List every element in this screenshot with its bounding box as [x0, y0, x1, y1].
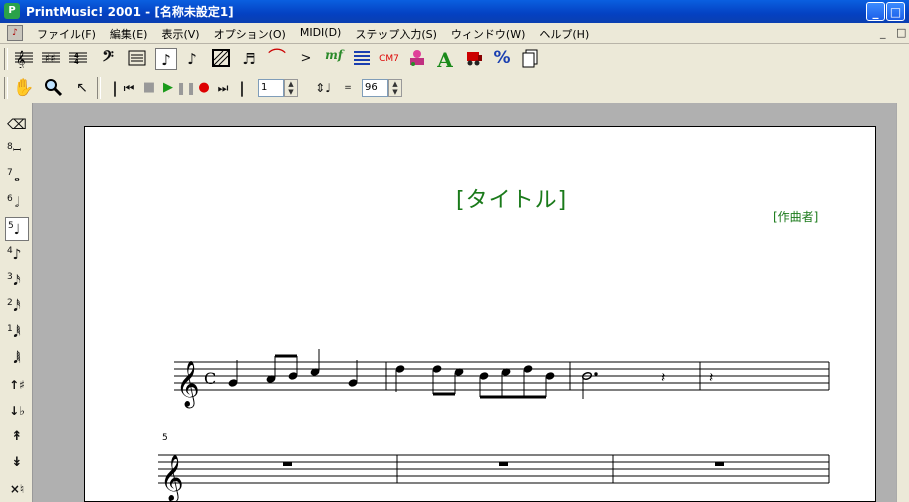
tuplet-tool-icon[interactable]: ♪ [181, 48, 203, 70]
move-down-icon[interactable]: ↡ [5, 451, 29, 475]
palette-2-thirtysecond-note[interactable]: 2 𝅘𝅥𝅰 [5, 295, 29, 319]
tempo-equals-label: = [344, 83, 352, 93]
measure-spinner[interactable]: ▲ ▼ [284, 79, 298, 97]
articulation-tool-icon[interactable]: > [295, 48, 317, 70]
menu-item-6[interactable]: ウィンドウ(W) [444, 26, 532, 42]
toolbar2-separator [97, 77, 101, 99]
natural-toggle-icon[interactable]: ×♮ [5, 477, 29, 501]
palette-number-8: 8 [7, 142, 13, 152]
palette-number-7: 7 [7, 168, 13, 178]
palette-7-whole-note[interactable]: 7 𝅝 [5, 165, 29, 189]
end-bar-icon: | [239, 79, 245, 97]
score-title[interactable]: [タイトル] [456, 182, 567, 214]
palette-4-eighth-note[interactable]: 4 ♪ [5, 243, 29, 267]
menu-item-0[interactable]: ファイル(F) [30, 26, 103, 42]
menu-item-4[interactable]: MIDI(D) [293, 26, 349, 42]
document-icon[interactable]: ♪ [7, 25, 23, 41]
title-bar: P PrintMusic! 2001 - [名称未設定1] _ □ [0, 0, 909, 23]
palette-6-half-note[interactable]: 6 𝅗𝅥 [5, 191, 29, 215]
menu-list: ファイル(F) 編集(E) 表示(V) オプション(O) MIDI(D) ステップ入力(S… [30, 26, 596, 42]
bass-clef-tool-icon[interactable]: 𝄢 [97, 48, 119, 70]
simple-entry-palette: ⌫ 8 𝄩 7 𝅝 6 𝅗𝅥 5 ♩ 4 ♪ 3 𝅘𝅥𝅯 2 𝅘𝅥𝅰 1 𝅘𝅥𝅱 𝅘𝅥𝅲 ↑♯ … [0, 103, 33, 502]
window-title: PrintMusic! 2001 - [名称未設定1] [26, 5, 234, 19]
lower-flat-icon[interactable]: ↓♭ [5, 399, 29, 423]
palette-number-3: 3 [7, 272, 13, 282]
rewind-icon[interactable]: ⏮ [118, 77, 140, 99]
repeat-tool-icon[interactable] [351, 48, 373, 70]
menu-item-3[interactable]: オプション(O) [207, 26, 293, 42]
toolbar-grip[interactable] [4, 48, 8, 70]
selection-arrow-icon[interactable]: ↖ [71, 77, 93, 99]
toolbar2-grip[interactable] [4, 77, 8, 99]
resize-percent-icon[interactable]: % [491, 48, 513, 70]
palette-3-sixteenth-note[interactable]: 3 𝅘𝅥𝅯 [5, 269, 29, 293]
menu-bar: ♪ ファイル(F) 編集(E) 表示(V) オプション(O) MIDI(D) ステップ入力… [0, 23, 909, 44]
palette-number-4: 4 [7, 246, 13, 256]
slur-tool-icon[interactable]: ⌒ [266, 48, 288, 70]
staff-lines-tool-icon[interactable] [126, 48, 148, 70]
palette-number-6: 6 [7, 194, 13, 204]
lyrics-tool-icon[interactable] [406, 48, 428, 70]
palette-1-sixtyfourth-note[interactable]: 1 𝅘𝅥𝅱 [5, 321, 29, 345]
text-a-icon[interactable]: A [434, 48, 456, 72]
expression-mf-icon[interactable]: mf [323, 48, 345, 70]
maximize-button[interactable]: □ [886, 2, 905, 21]
palette-128th-note[interactable]: 𝅘𝅥𝅲 [5, 347, 29, 371]
child-minimize-button[interactable]: _ [880, 26, 886, 39]
menu-item-7[interactable]: ヘルプ(H) [532, 26, 596, 42]
chord-cm7-icon[interactable]: CM7 [378, 48, 400, 70]
minimize-button[interactable]: _ [866, 2, 885, 21]
svg-text:4: 4 [74, 58, 79, 66]
page-layout-icon[interactable] [519, 48, 541, 70]
move-up-icon[interactable]: ↟ [5, 425, 29, 449]
menu-item-1[interactable]: 編集(E) [103, 26, 155, 42]
hand-grabber-icon[interactable]: ✋ [13, 77, 35, 99]
staff-tool-icon[interactable]: 𝄞 [13, 48, 35, 70]
palette-5-quarter-note[interactable]: 5 ♩ [5, 217, 29, 241]
key-signature-tool-icon[interactable]: ♯♯ [40, 48, 62, 70]
speedy-entry-icon[interactable]: ♬ [238, 48, 260, 70]
palette-8-multirest[interactable]: 8 𝄩 [5, 139, 29, 163]
vertical-scrollbar[interactable] [896, 103, 909, 502]
palette-number-2: 2 [7, 298, 13, 308]
menu-item-5[interactable]: ステップ入力(S) [348, 26, 444, 42]
score-composer[interactable]: [作曲者] [773, 208, 818, 225]
tempo-direction-icon[interactable]: ⇕♩ [312, 77, 334, 99]
raise-sharp-icon[interactable]: ↑♯ [5, 373, 29, 397]
palette-number-5: 5 [8, 221, 14, 231]
palette-number-1: 1 [7, 324, 13, 334]
svg-text:𝄞: 𝄞 [16, 50, 25, 68]
simple-entry-note-icon[interactable]: ♪ [155, 48, 177, 70]
measure-number-label: 5 [162, 433, 168, 443]
measure-number-input[interactable]: 1 [258, 79, 284, 97]
playback-toolbar: ✋ ↖ | ⏮ ■ ▶ ❚❚ ● ⏭ | 1 ▲ ▼ ⇕♩ = 96 ▲ ▼ [0, 73, 909, 103]
child-restore-button[interactable]: □ [896, 26, 906, 39]
measure-tool-icon[interactable] [210, 48, 232, 70]
app-icon[interactable]: P [4, 3, 20, 19]
tempo-input[interactable]: 96 [362, 79, 388, 97]
zoom-icon[interactable] [42, 77, 64, 99]
svg-text:♯♯: ♯♯ [45, 52, 56, 65]
mass-edit-tool-icon[interactable] [463, 48, 485, 70]
main-tool-palette: 𝄞 ♯♯ 44 𝄢 ♪ ♪ ♬ ⌒ > mf CM7 A % [0, 44, 909, 74]
eraser-icon[interactable]: ⌫ [5, 113, 29, 137]
menu-item-2[interactable]: 表示(V) [154, 26, 206, 42]
time-signature-tool-icon[interactable]: 44 [67, 48, 89, 70]
tempo-spinner[interactable]: ▲ ▼ [388, 79, 402, 97]
